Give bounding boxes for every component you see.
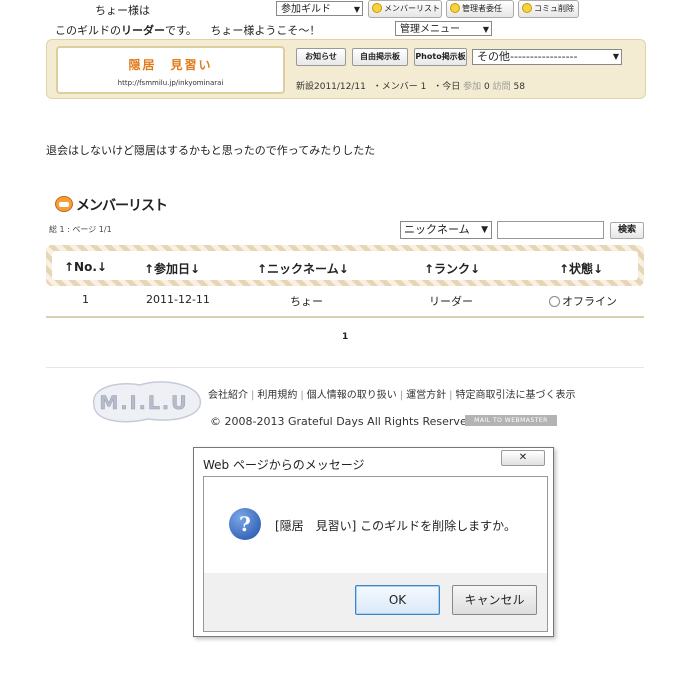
member-list-button[interactable]: メンバーリスト: [368, 0, 442, 18]
milu-logo-text: M.I.L.U: [99, 392, 188, 414]
member-search-input[interactable]: [497, 221, 604, 239]
mail-webmaster-badge[interactable]: MAIL TO WEBMASTER: [465, 415, 557, 426]
cell-no: 1: [82, 293, 89, 306]
tab-free-board[interactable]: 自由掲示板: [352, 48, 408, 66]
footer-link-commerce-law[interactable]: 特定商取引法に基づく表示: [456, 390, 576, 401]
smiley-icon: [450, 2, 460, 13]
sort-by-rank[interactable]: ↑ランク↓: [424, 260, 480, 277]
smiley-icon: [522, 2, 532, 13]
role-line: このギルドのリーダーです。 ちょー様ようこそ～！: [55, 22, 320, 38]
greeting-text: ちょー様は: [95, 4, 150, 17]
pager-current-page[interactable]: 1: [342, 332, 348, 342]
dialog-body: ? [隠居 見習い] このギルドを削除しますか。 OK キャンセル: [203, 476, 548, 632]
member-table-header-inner: ↑No.↓ ↑参加日↓ ↑ニックネーム↓ ↑ランク↓ ↑状態↓: [52, 251, 638, 280]
role-prefix: このギルドの: [55, 24, 121, 37]
joined-guild-select-label: 参加ギルド: [281, 4, 331, 15]
guild-header-panel: 隠居 見習い http://fsmmilu.jp/inkyominarai お知…: [46, 39, 646, 99]
sort-by-nickname[interactable]: ↑ニックネーム↓: [257, 260, 349, 277]
dialog-message: [隠居 見習い] このギルドを削除しますか。: [275, 519, 516, 533]
admin-menu-select[interactable]: 管理メニュー ▼: [395, 21, 492, 36]
footer-link-policy[interactable]: 運営方針: [406, 390, 446, 401]
offline-face-icon: [549, 295, 560, 307]
sort-select-label: ニックネーム: [404, 223, 470, 236]
sort-by-status[interactable]: ↑状態↓: [559, 260, 603, 277]
guild-message: 退会はしないけど隠居はするかもと思ったので作ってみたりしたた: [46, 144, 376, 157]
dialog-close-button[interactable]: ✕: [501, 450, 545, 466]
member-list-title: メンバーリスト: [76, 198, 168, 214]
admin-menu-label: 管理メニュー: [400, 24, 460, 35]
footer-divider: [46, 367, 644, 368]
dialog-button-bar: OK キャンセル: [204, 573, 547, 631]
search-button[interactable]: 検索: [610, 222, 644, 239]
confirm-dialog: Web ページからのメッセージ ✕ ? [隠居 見習い] このギルドを削除します…: [193, 447, 554, 637]
sort-select[interactable]: ニックネーム ▼: [400, 221, 492, 239]
welcome-text: ちょー様ようこそ～！: [210, 24, 321, 37]
other-select-label: その他-----------------: [477, 50, 578, 63]
guild-url[interactable]: http://fsmmilu.jp/inkyominarai: [58, 79, 283, 87]
milu-logo[interactable]: M.I.L.U: [88, 375, 206, 427]
role-name: リーダー: [121, 24, 165, 37]
tab-news[interactable]: お知らせ: [296, 48, 346, 66]
page-info: 総 1 : ページ 1/1: [49, 225, 112, 234]
chevron-down-icon: ▼: [481, 225, 488, 235]
footer-link-terms[interactable]: 利用規約: [257, 390, 297, 401]
cell-nickname[interactable]: ちょー: [290, 293, 323, 309]
footer-links: 会社紹介 | 利用規約 | 個人情報の取り扱い | 運営方針 | 特定商取引法に基づく表示: [208, 390, 576, 401]
guild-name[interactable]: 隠居 見習い: [58, 56, 283, 73]
ok-button[interactable]: OK: [355, 585, 440, 615]
cell-join-date: 2011-12-11: [146, 293, 210, 306]
chevron-down-icon: ▼: [612, 52, 619, 61]
table-bottom-border: [46, 316, 644, 318]
footer-link-privacy[interactable]: 個人情報の取り扱い: [307, 390, 397, 401]
sort-by-no[interactable]: ↑No.↓: [64, 260, 107, 274]
close-icon: ✕: [518, 452, 528, 463]
admin-transfer-button[interactable]: 管理者委任: [446, 0, 514, 18]
sort-by-join-date[interactable]: ↑参加日↓: [144, 260, 200, 277]
cell-rank: リーダー: [429, 295, 473, 308]
guild-stats: 新設2011/12/11 ・メンバー 1 ・今日 参加 0 訪問 58: [296, 82, 525, 92]
copyright: © 2008-2013 Grateful Days All Rights Res…: [210, 415, 478, 428]
dialog-title: Web ページからのメッセージ: [203, 458, 365, 472]
cancel-button[interactable]: キャンセル: [452, 585, 537, 615]
smiley-icon: [372, 2, 382, 13]
tab-photo-board[interactable]: Photo掲示板: [414, 48, 467, 66]
other-select[interactable]: その他----------------- ▼: [472, 49, 622, 65]
role-suffix: です。: [165, 24, 197, 37]
member-table-header: ↑No.↓ ↑参加日↓ ↑ニックネーム↓ ↑ランク↓ ↑状態↓: [46, 245, 644, 286]
joined-guild-select[interactable]: 参加ギルド ▼: [276, 1, 363, 16]
footer-link-company[interactable]: 会社紹介: [208, 390, 248, 401]
member-list-icon: [55, 196, 73, 212]
chevron-down-icon: ▼: [482, 25, 489, 34]
delete-community-button[interactable]: コミュ削除: [518, 0, 579, 18]
guild-name-box: 隠居 見習い http://fsmmilu.jp/inkyominarai: [56, 46, 285, 94]
chevron-down-icon: ▼: [353, 5, 360, 14]
question-icon: ?: [229, 508, 261, 540]
cell-status: オフライン: [549, 293, 617, 309]
